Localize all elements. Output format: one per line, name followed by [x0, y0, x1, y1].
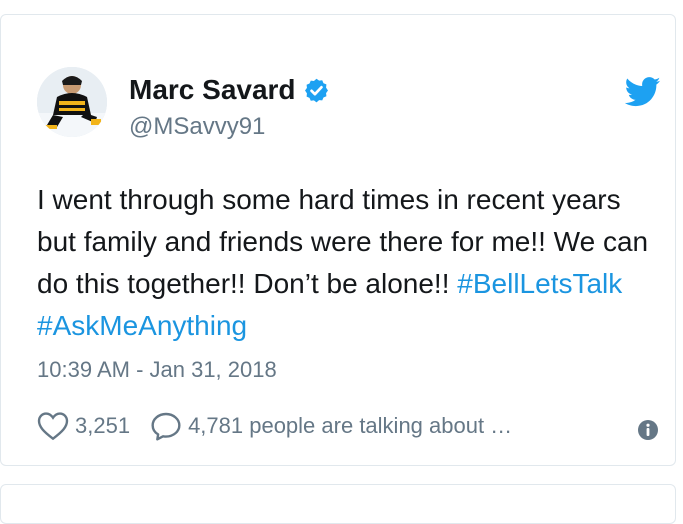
reply-bubble-icon[interactable]	[150, 411, 182, 441]
tweet-timestamp[interactable]: 10:39 AM - Jan 31, 2018	[37, 355, 277, 385]
tweet-card[interactable]: Marc Savard @MSavvy91 I went through som…	[0, 14, 676, 466]
tweet-text: I went through some hard times in recent…	[37, 179, 657, 347]
verified-badge-icon	[304, 78, 328, 102]
author-row: Marc Savard	[129, 72, 330, 108]
twitter-bird-icon[interactable]	[625, 77, 661, 107]
like-action[interactable]: 3,251	[37, 411, 130, 441]
tweet-actions: 3,251 4,781 people are talking about …	[37, 411, 512, 441]
like-count: 3,251	[75, 413, 131, 438]
author-handle[interactable]: @MSavvy91	[129, 111, 265, 143]
next-tweet-card[interactable]	[0, 484, 676, 524]
author-name[interactable]: Marc Savard	[129, 72, 296, 108]
talking-action[interactable]: 4,781 people are talking about …	[130, 411, 512, 441]
hashtag-link[interactable]: #AskMeAnything	[37, 310, 247, 341]
talking-count: 4,781 people are talking about …	[188, 413, 513, 438]
heart-icon[interactable]	[37, 411, 69, 441]
avatar[interactable]	[37, 67, 107, 137]
hashtag-link[interactable]: #BellLetsTalk	[457, 268, 622, 299]
avatar-image	[37, 67, 107, 137]
info-icon[interactable]	[637, 419, 659, 441]
